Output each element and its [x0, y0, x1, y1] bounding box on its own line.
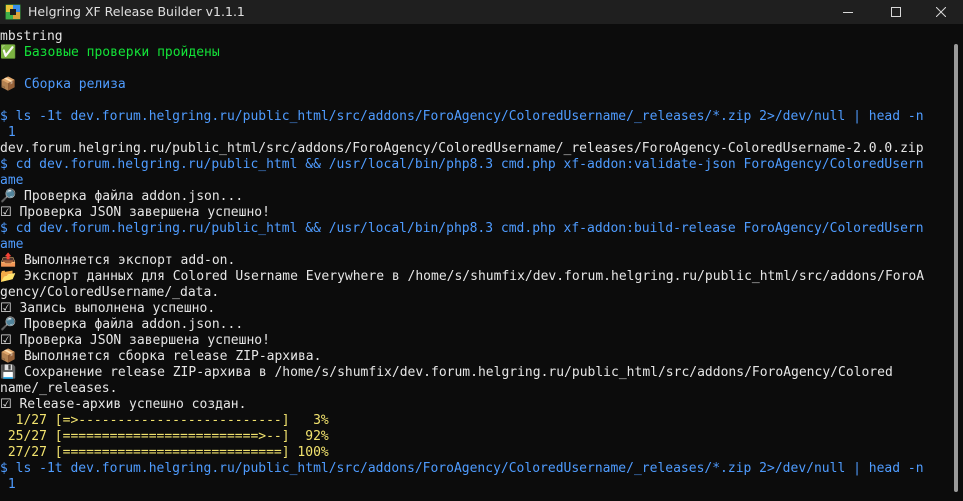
command-line: $ cd dev.forum.helgring.ru/public_html &…: [0, 157, 924, 172]
magnifier-icon: 🔎: [0, 189, 17, 204]
floppy-disk-icon: 💾: [0, 365, 17, 380]
checkbox-icon: ☑: [0, 397, 12, 412]
package-icon: 📦: [0, 349, 17, 364]
command-line-wrap: 1: [0, 477, 16, 492]
folder-icon: 📂: [0, 269, 17, 284]
checkbox-icon: ☑: [0, 333, 12, 348]
output-line-section-build: 📦 Сборка релиза: [0, 77, 126, 92]
minimize-button[interactable]: [825, 0, 871, 24]
window-title: Helgring XF Release Builder v1.1.1: [28, 4, 245, 19]
app-logo-icon: [5, 4, 21, 20]
vertical-scrollbar[interactable]: [949, 24, 963, 501]
magnifier-icon: 🔎: [0, 317, 17, 332]
check-mark-icon: ✅: [0, 45, 17, 60]
export-icon: 📤: [0, 253, 17, 268]
checkbox-icon: ☑: [0, 301, 12, 316]
output-line-checks-passed: ✅ Базовые проверки пройдены: [0, 45, 220, 60]
package-icon: 📦: [0, 77, 17, 92]
output-line-saving-zip: 💾 Сохранение release ZIP-архива в /home/…: [0, 365, 893, 380]
terminal-output[interactable]: mbstring ✅ Базовые проверки пройдены 📦 С…: [0, 24, 948, 501]
title-bar[interactable]: Helgring XF Release Builder v1.1.1: [0, 0, 963, 24]
terminal-window: Helgring XF Release Builder v1.1.1 mbstr…: [0, 0, 963, 501]
close-button[interactable]: [918, 0, 963, 24]
command-line: $ ls -1t dev.forum.helgring.ru/public_ht…: [0, 109, 924, 124]
command-line: $ cd dev.forum.helgring.ru/public_html &…: [0, 221, 924, 236]
minimize-icon: [843, 12, 853, 13]
maximize-button[interactable]: [873, 0, 919, 24]
command-line: $ ls -1t dev.forum.helgring.ru/public_ht…: [0, 461, 924, 476]
checkbox-icon: ☑: [0, 205, 12, 220]
scrollbar-thumb[interactable]: [954, 44, 958, 492]
close-icon: [936, 7, 946, 17]
maximize-icon: [891, 7, 901, 17]
